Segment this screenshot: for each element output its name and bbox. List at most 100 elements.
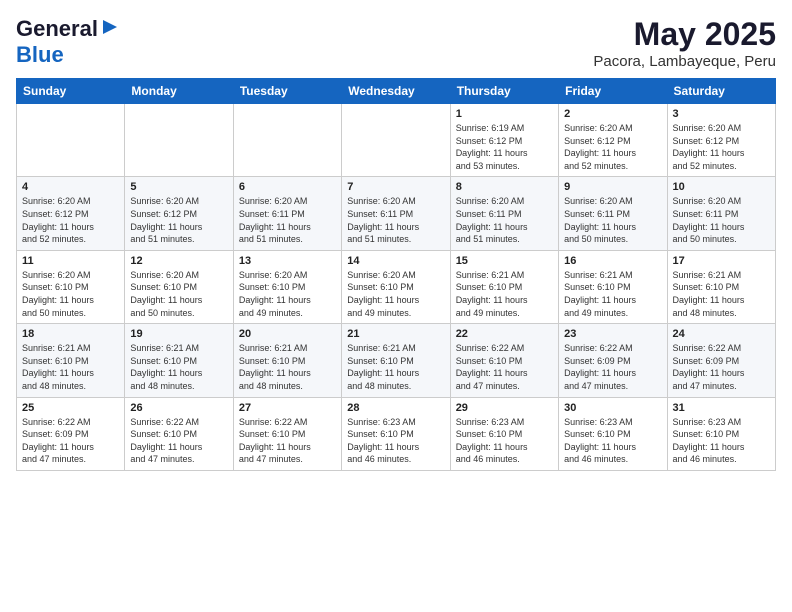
day-of-week-header: Thursday [450,79,558,104]
calendar-day-cell: 7 Sunrise: 6:20 AMSunset: 6:11 PMDaylight… [342,177,450,250]
calendar-day-cell: 12Sunrise: 6:20 AMSunset: 6:10 PMDayligh… [125,250,233,323]
day-number: 24 [673,328,770,340]
calendar-day-cell: 30 Sunrise: 6:23 AMSunset: 6:10 PMDayligh… [559,397,667,470]
calendar-day-cell: 3 Sunrise: 6:20 AMSunset: 6:12 PMDaylight… [667,104,775,177]
day-number: 19 [130,328,227,340]
calendar-day-cell: 11Sunrise: 6:20 AMSunset: 6:10 PMDayligh… [17,250,125,323]
calendar-day-cell: 9 Sunrise: 6:20 AMSunset: 6:11 PMDaylight… [559,177,667,250]
day-info: Sunrise: 6:22 AMSunset: 6:10 PMDaylight:… [239,416,336,466]
calendar-day-cell: 20 Sunrise: 6:21 AMSunset: 6:10 PMDayligh… [233,324,341,397]
day-number: 31 [673,402,770,414]
day-of-week-header: Monday [125,79,233,104]
day-number: 15 [456,255,553,267]
day-info: Sunrise: 6:22 AMSunset: 6:09 PMDaylight:… [564,342,661,392]
calendar-day-cell [17,104,125,177]
page-header: General Blue May 2025 Pacora, Lambayeque… [16,16,776,70]
day-info: Sunrise: 6:21 AMSunset: 6:10 PMDaylight:… [22,342,119,392]
calendar-day-cell: 26 Sunrise: 6:22 AMSunset: 6:10 PMDayligh… [125,397,233,470]
day-number: 12 [130,255,227,267]
calendar-day-cell: 22 Sunrise: 6:22 AMSunset: 6:10 PMDayligh… [450,324,558,397]
day-info: Sunrise: 6:20 AMSunset: 6:10 PMDaylight:… [239,269,336,319]
day-info: Sunrise: 6:23 AMSunset: 6:10 PMDaylight:… [564,416,661,466]
calendar-day-cell: 24 Sunrise: 6:22 AMSunset: 6:09 PMDayligh… [667,324,775,397]
title-block: May 2025 Pacora, Lambayeque, Peru [593,16,776,70]
day-number: 6 [239,181,336,193]
day-info: Sunrise: 6:20 AMSunset: 6:11 PMDaylight:… [239,195,336,245]
day-of-week-header: Saturday [667,79,775,104]
day-number: 26 [130,402,227,414]
calendar-day-cell: 16Sunrise: 6:21 AMSunset: 6:10 PMDayligh… [559,250,667,323]
calendar-day-cell: 10Sunrise: 6:20 AMSunset: 6:11 PMDayligh… [667,177,775,250]
calendar-week-row: 1 Sunrise: 6:19 AMSunset: 6:12 PMDaylight… [17,104,776,177]
day-info: Sunrise: 6:20 AMSunset: 6:11 PMDaylight:… [456,195,553,245]
day-info: Sunrise: 6:20 AMSunset: 6:11 PMDaylight:… [347,195,444,245]
day-number: 4 [22,181,119,193]
day-info: Sunrise: 6:21 AMSunset: 6:10 PMDaylight:… [564,269,661,319]
logo-arrow-icon [101,18,119,41]
calendar-day-cell: 4Sunrise: 6:20 AMSunset: 6:12 PMDaylight… [17,177,125,250]
calendar-week-row: 25Sunrise: 6:22 AMSunset: 6:09 PMDayligh… [17,397,776,470]
logo-general: General [16,16,98,42]
calendar-day-cell: 19 Sunrise: 6:21 AMSunset: 6:10 PMDayligh… [125,324,233,397]
day-number: 29 [456,402,553,414]
day-number: 23 [564,328,661,340]
calendar-week-row: 4Sunrise: 6:20 AMSunset: 6:12 PMDaylight… [17,177,776,250]
day-of-week-header: Friday [559,79,667,104]
day-of-week-header: Wednesday [342,79,450,104]
calendar-day-cell [233,104,341,177]
day-info: Sunrise: 6:21 AMSunset: 6:10 PMDaylight:… [239,342,336,392]
day-number: 14 [347,255,444,267]
day-number: 30 [564,402,661,414]
day-info: Sunrise: 6:19 AMSunset: 6:12 PMDaylight:… [456,122,553,172]
day-info: Sunrise: 6:22 AMSunset: 6:10 PMDaylight:… [130,416,227,466]
calendar-day-cell [125,104,233,177]
day-number: 8 [456,181,553,193]
calendar-day-cell: 15 Sunrise: 6:21 AMSunset: 6:10 PMDayligh… [450,250,558,323]
day-number: 27 [239,402,336,414]
day-info: Sunrise: 6:23 AMSunset: 6:10 PMDaylight:… [673,416,770,466]
day-number: 11 [22,255,119,267]
calendar-day-cell: 2 Sunrise: 6:20 AMSunset: 6:12 PMDaylight… [559,104,667,177]
day-number: 18 [22,328,119,340]
logo-blue: Blue [16,42,64,67]
calendar-day-cell: 31 Sunrise: 6:23 AMSunset: 6:10 PMDayligh… [667,397,775,470]
day-number: 28 [347,402,444,414]
calendar-day-cell: 8 Sunrise: 6:20 AMSunset: 6:11 PMDaylight… [450,177,558,250]
calendar-day-cell: 17Sunrise: 6:21 AMSunset: 6:10 PMDayligh… [667,250,775,323]
calendar-title: May 2025 [593,16,776,53]
calendar-day-cell [342,104,450,177]
day-number: 20 [239,328,336,340]
calendar-day-cell: 14Sunrise: 6:20 AMSunset: 6:10 PMDayligh… [342,250,450,323]
calendar-subtitle: Pacora, Lambayeque, Peru [593,53,776,70]
calendar-day-cell: 5Sunrise: 6:20 AMSunset: 6:12 PMDaylight… [125,177,233,250]
day-number: 25 [22,402,119,414]
day-number: 10 [673,181,770,193]
day-info: Sunrise: 6:22 AMSunset: 6:10 PMDaylight:… [456,342,553,392]
day-info: Sunrise: 6:20 AMSunset: 6:12 PMDaylight:… [673,122,770,172]
calendar-day-cell: 28 Sunrise: 6:23 AMSunset: 6:10 PMDayligh… [342,397,450,470]
day-info: Sunrise: 6:20 AMSunset: 6:12 PMDaylight:… [564,122,661,172]
calendar-day-cell: 21Sunrise: 6:21 AMSunset: 6:10 PMDayligh… [342,324,450,397]
day-number: 2 [564,108,661,120]
day-number: 7 [347,181,444,193]
day-number: 1 [456,108,553,120]
day-number: 9 [564,181,661,193]
calendar-day-cell: 1 Sunrise: 6:19 AMSunset: 6:12 PMDaylight… [450,104,558,177]
day-info: Sunrise: 6:21 AMSunset: 6:10 PMDaylight:… [130,342,227,392]
calendar-day-cell: 29 Sunrise: 6:23 AMSunset: 6:10 PMDayligh… [450,397,558,470]
day-info: Sunrise: 6:22 AMSunset: 6:09 PMDaylight:… [673,342,770,392]
calendar-day-cell: 6 Sunrise: 6:20 AMSunset: 6:11 PMDaylight… [233,177,341,250]
calendar-day-cell: 27 Sunrise: 6:22 AMSunset: 6:10 PMDayligh… [233,397,341,470]
day-number: 13 [239,255,336,267]
day-info: Sunrise: 6:21 AMSunset: 6:10 PMDaylight:… [456,269,553,319]
day-info: Sunrise: 6:23 AMSunset: 6:10 PMDaylight:… [456,416,553,466]
day-of-week-header: Tuesday [233,79,341,104]
day-number: 21 [347,328,444,340]
day-info: Sunrise: 6:23 AMSunset: 6:10 PMDaylight:… [347,416,444,466]
calendar-table: SundayMondayTuesdayWednesdayThursdayFrid… [16,78,776,471]
day-number: 22 [456,328,553,340]
day-number: 3 [673,108,770,120]
calendar-day-cell: 23 Sunrise: 6:22 AMSunset: 6:09 PMDayligh… [559,324,667,397]
calendar-day-cell: 18 Sunrise: 6:21 AMSunset: 6:10 PMDayligh… [17,324,125,397]
day-info: Sunrise: 6:20 AMSunset: 6:11 PMDaylight:… [564,195,661,245]
